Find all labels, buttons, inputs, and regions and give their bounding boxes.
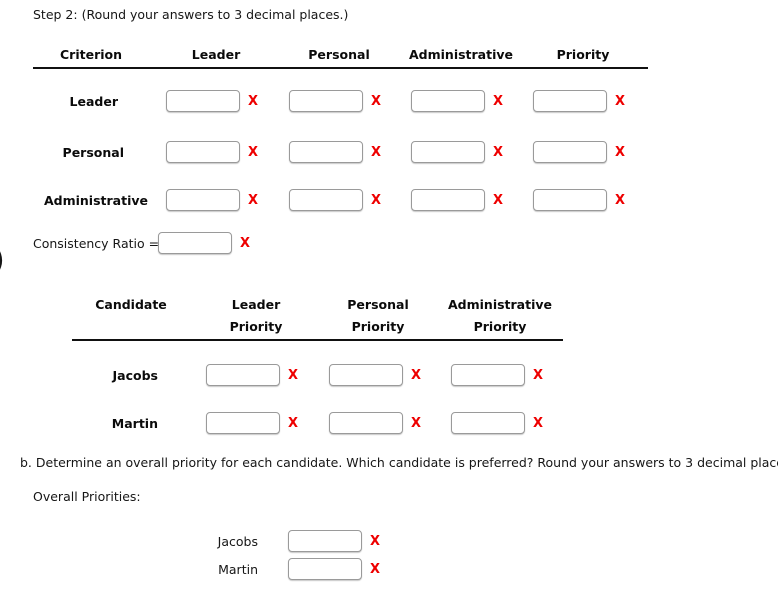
overall-priority-input-jacobs[interactable]: [288, 530, 362, 552]
criterion-table-row-label-leader: Leader: [69, 94, 118, 109]
error-icon-personal-priority: X: [615, 145, 626, 160]
step-2-instruction: Step 2: (Round your answers to 3 decimal…: [33, 7, 349, 22]
criterion-input-administrative-personal[interactable]: [289, 189, 363, 211]
criterion-table-row-label-administrative: Administrative: [43, 193, 148, 208]
error-icon-leader-personal: X: [371, 94, 382, 109]
overall-priorities-label: Overall Priorities:: [33, 489, 141, 504]
criterion-input-leader-priority[interactable]: [533, 90, 607, 112]
candidate-input-jacobs-leader[interactable]: [206, 364, 280, 386]
candidate-input-martin-leader[interactable]: [206, 412, 280, 434]
error-icon-martin-personal: X: [411, 416, 422, 431]
criterion-input-leader-personal[interactable]: [289, 90, 363, 112]
error-icon-overall-martin: X: [370, 562, 381, 577]
error-icon-leader-administrative: X: [493, 94, 504, 109]
criterion-input-leader-administrative[interactable]: [411, 90, 485, 112]
candidate-input-jacobs-personal[interactable]: [329, 364, 403, 386]
criterion-input-administrative-priority[interactable]: [533, 189, 607, 211]
error-icon-jacobs-leader: X: [288, 368, 299, 383]
criterion-input-personal-leader[interactable]: [166, 141, 240, 163]
question-b-text: b. Determine an overall priority for eac…: [20, 455, 778, 470]
candidate-table-row-label-martin: Martin: [111, 416, 158, 431]
error-icon-leader-priority: X: [615, 94, 626, 109]
criterion-table-header-personal: Personal: [308, 47, 370, 62]
error-icon-administrative-personal: X: [371, 193, 382, 208]
error-icon-jacobs-administrative: X: [533, 368, 544, 383]
candidate-table-header-candidate: Candidate: [95, 297, 167, 312]
criterion-table-header-leader: Leader: [191, 47, 241, 62]
error-icon-administrative-leader: X: [248, 193, 259, 208]
candidate-table-header-personal-sub: Priority: [351, 319, 405, 334]
error-icon-overall-jacobs: X: [370, 534, 381, 549]
candidate-table-row-label-jacobs: Jacobs: [112, 368, 158, 383]
overall-priorities-row-label-martin: Martin: [218, 562, 258, 577]
error-icon-leader-leader: X: [248, 94, 259, 109]
criterion-input-personal-personal[interactable]: [289, 141, 363, 163]
criterion-table-header-criterion: Criterion: [59, 47, 123, 62]
criterion-input-leader-leader[interactable]: [166, 90, 240, 112]
error-icon-martin-administrative: X: [533, 416, 544, 431]
overall-priority-input-martin[interactable]: [288, 558, 362, 580]
error-icon-personal-leader: X: [248, 145, 259, 160]
candidate-input-jacobs-administrative[interactable]: [451, 364, 525, 386]
candidate-table-header-administrative: Administrative: [447, 297, 553, 312]
error-icon-administrative-administrative: X: [493, 193, 504, 208]
overall-priorities-row-label-jacobs: Jacobs: [217, 534, 258, 549]
error-icon-administrative-priority: X: [615, 193, 626, 208]
criterion-table-row-label-personal: Personal: [62, 145, 124, 160]
worksheet-page: Step 2: (Round your answers to 3 decimal…: [0, 0, 778, 594]
error-icon-personal-personal: X: [371, 145, 382, 160]
error-icon-martin-leader: X: [288, 416, 299, 431]
candidate-table-header-leader: Leader: [231, 297, 281, 312]
candidate-table-header-leader-sub: Priority: [229, 319, 283, 334]
candidate-table-header-personal: Personal: [347, 297, 409, 312]
error-icon-jacobs-personal: X: [411, 368, 422, 383]
candidate-input-martin-administrative[interactable]: [451, 412, 525, 434]
error-icon-consistency-ratio: X: [240, 236, 251, 251]
criterion-table-header-rule: [33, 67, 648, 69]
candidate-table-header-administrative-sub: Priority: [473, 319, 527, 334]
candidate-input-martin-personal[interactable]: [329, 412, 403, 434]
error-icon-personal-administrative: X: [493, 145, 504, 160]
criterion-input-administrative-administrative[interactable]: [411, 189, 485, 211]
candidate-table-header-rule: [72, 339, 563, 341]
criterion-table-header-priority: Priority: [556, 47, 610, 62]
criterion-input-personal-administrative[interactable]: [411, 141, 485, 163]
criterion-input-administrative-leader[interactable]: [166, 189, 240, 211]
consistency-ratio-label: Consistency Ratio =: [33, 236, 160, 251]
left-edge-paren-artifact: ): [0, 246, 5, 276]
consistency-ratio-input[interactable]: [158, 232, 232, 254]
criterion-input-personal-priority[interactable]: [533, 141, 607, 163]
criterion-table-header-administrative: Administrative: [408, 47, 514, 62]
